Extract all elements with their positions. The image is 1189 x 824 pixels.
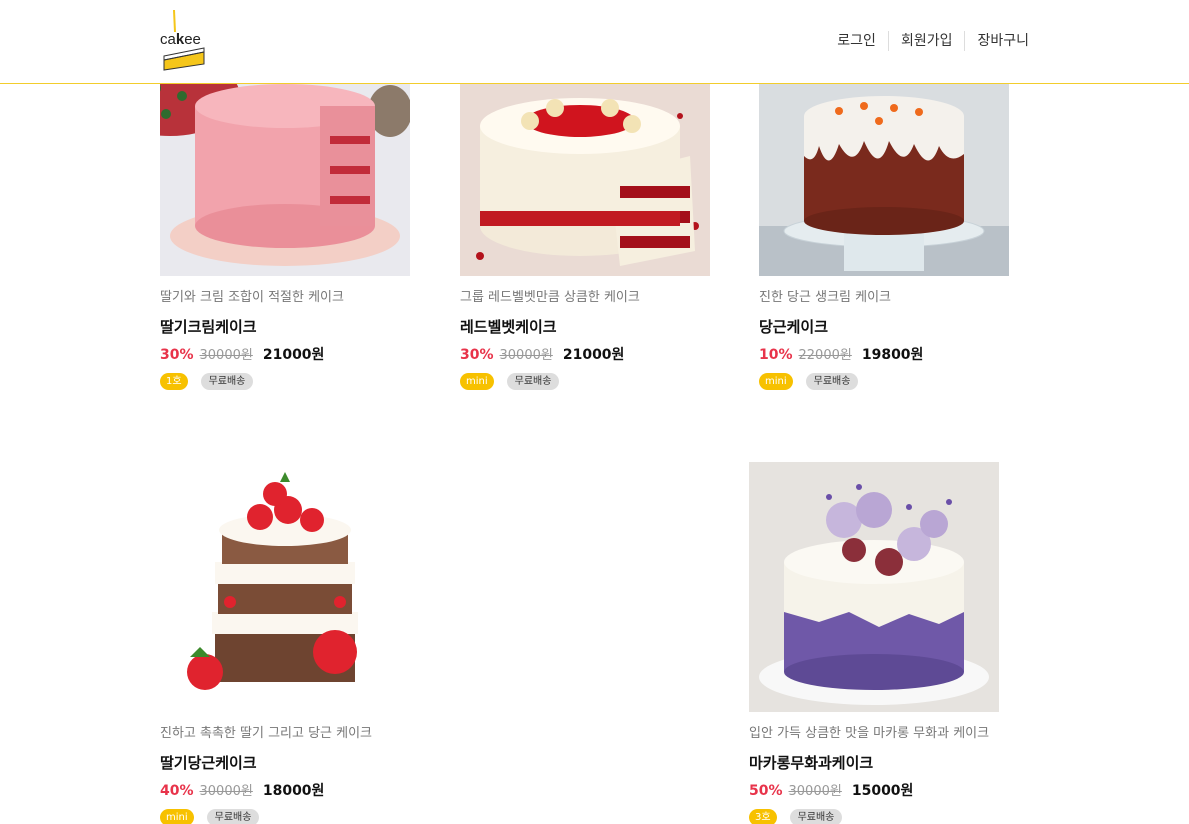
- login-link[interactable]: 로그인: [825, 31, 888, 51]
- product-card-red-velvet[interactable]: 그룹 레드벨벳만큼 상큼한 케이크 레드벨벳케이크 30% 30000원 210…: [460, 84, 710, 390]
- free-shipping-badge: 무료배송: [506, 373, 560, 390]
- header-nav: 로그인 회원가입 장바구니: [825, 31, 1029, 51]
- product-price: 50% 30000원 15000원: [749, 781, 999, 802]
- size-badge: mini: [460, 373, 494, 390]
- site-header: cakee 로그인 회원가입 장바구니: [0, 0, 1189, 84]
- sale-price: 21000원: [262, 347, 325, 363]
- free-shipping-badge: 무료배송: [206, 809, 260, 824]
- size-badge: 1호: [160, 373, 188, 390]
- product-tags: mini 무료배송: [460, 373, 710, 390]
- product-description: 그룹 레드벨벳만큼 상큼한 케이크: [460, 290, 640, 305]
- product-image-carrot[interactable]: [759, 84, 1009, 276]
- product-tags: mini 무료배송: [759, 373, 1009, 390]
- product-card-strawberry-carrot[interactable]: 진하고 촉촉한 딸기 그리고 당근 케이크 딸기당근케이크 40% 30000원…: [160, 462, 410, 824]
- cart-link[interactable]: 장바구니: [964, 31, 1029, 51]
- free-shipping-badge: 무료배송: [805, 373, 859, 390]
- product-price: 30% 30000원 21000원: [460, 345, 710, 366]
- free-shipping-badge: 무료배송: [789, 809, 843, 824]
- product-description: 진한 당근 생크림 케이크: [759, 290, 891, 305]
- product-tags: 1호 무료배송: [160, 373, 410, 390]
- product-image-strawberry-carrot[interactable]: [160, 462, 410, 712]
- product-description: 딸기와 크림 조합이 적절한 케이크: [160, 290, 344, 305]
- sale-price: 21000원: [562, 347, 625, 363]
- cakee-logo[interactable]: cakee: [160, 8, 208, 72]
- product-description: 입안 가득 상큼한 맛을 마카롱 무화과 케이크: [749, 726, 990, 741]
- product-card-macaron-fig[interactable]: 입안 가득 상큼한 맛을 마카롱 무화과 케이크 마카롱무화과케이크 50% 3…: [749, 462, 999, 824]
- discount-rate: 10%: [759, 347, 793, 363]
- product-price: 10% 22000원 19800원: [759, 345, 1009, 366]
- product-name[interactable]: 당근케이크: [759, 318, 1009, 336]
- discount-rate: 40%: [160, 783, 194, 799]
- product-card-strawberry-cream[interactable]: 딸기와 크림 조합이 적절한 케이크 딸기크림케이크 30% 30000원 21…: [160, 84, 410, 390]
- product-name[interactable]: 마카롱무화과케이크: [749, 754, 999, 772]
- product-image-red-velvet[interactable]: [460, 84, 710, 276]
- original-price: 30000원: [199, 784, 253, 799]
- original-price: 30000원: [199, 348, 253, 363]
- original-price: 30000원: [499, 348, 553, 363]
- product-price: 30% 30000원 21000원: [160, 345, 410, 366]
- discount-rate: 50%: [749, 783, 783, 799]
- product-name[interactable]: 레드벨벳케이크: [460, 318, 710, 336]
- product-description: 진하고 촉촉한 딸기 그리고 당근 케이크: [160, 726, 373, 741]
- product-name[interactable]: 딸기크림케이크: [160, 318, 410, 336]
- original-price: 22000원: [798, 348, 852, 363]
- product-image-macaron-fig[interactable]: [749, 462, 999, 712]
- svg-text:cakee: cakee: [160, 31, 201, 48]
- product-tags: mini 무료배송: [160, 809, 410, 824]
- product-card-carrot[interactable]: 진한 당근 생크림 케이크 당근케이크 10% 22000원 19800원 mi…: [759, 84, 1009, 390]
- size-badge: mini: [759, 373, 793, 390]
- size-badge: mini: [160, 809, 194, 824]
- sale-price: 19800원: [861, 347, 924, 363]
- sale-price: 15000원: [851, 783, 914, 799]
- discount-rate: 30%: [160, 347, 194, 363]
- size-badge: 3호: [749, 809, 777, 824]
- signup-link[interactable]: 회원가입: [887, 31, 965, 51]
- product-image-strawberry-cream[interactable]: [160, 84, 410, 276]
- discount-rate: 30%: [460, 347, 494, 363]
- product-tags: 3호 무료배송: [749, 809, 999, 824]
- product-name[interactable]: 딸기당근케이크: [160, 754, 410, 772]
- free-shipping-badge: 무료배송: [200, 373, 254, 390]
- sale-price: 18000원: [262, 783, 325, 799]
- original-price: 30000원: [788, 784, 842, 799]
- product-price: 40% 30000원 18000원: [160, 781, 410, 802]
